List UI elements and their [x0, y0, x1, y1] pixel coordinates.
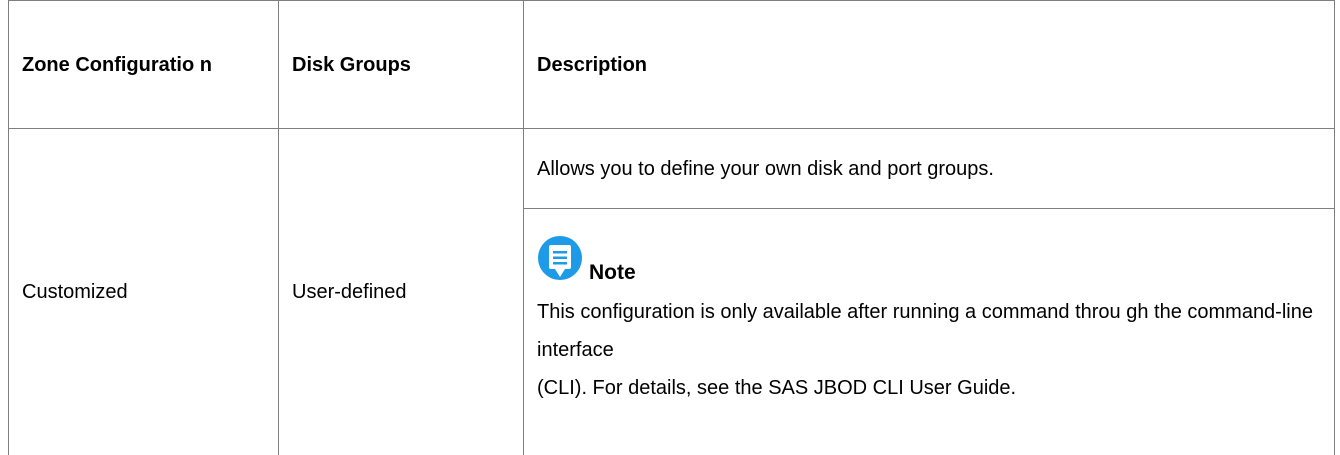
- note-text-continued: (CLI). For details, see the SAS JBOD CLI…: [537, 377, 1017, 399]
- note-icon: [535, 233, 585, 289]
- note-label: Note: [589, 261, 636, 284]
- cell-zone-configuration: Customized: [8, 128, 279, 455]
- cell-disk-groups: User-defined: [278, 128, 524, 455]
- note-header: Note: [537, 221, 1321, 289]
- cell-description-note: Note This configuration is only availabl…: [523, 208, 1335, 455]
- header-zone-configuration: Zone Configuratio n: [8, 0, 279, 129]
- table-row: Customized User-defined Allows you to de…: [8, 128, 1335, 455]
- header-disk-groups: Disk Groups: [278, 0, 524, 129]
- zone-configuration-table: Zone Configuratio n Disk Groups Descript…: [8, 0, 1335, 455]
- header-description: Description: [523, 0, 1335, 129]
- note-text: This configuration is only available aft…: [537, 301, 1313, 361]
- table-header-row: Zone Configuratio n Disk Groups Descript…: [8, 0, 1335, 129]
- cell-description-main: Allows you to define your own disk and p…: [523, 128, 1335, 209]
